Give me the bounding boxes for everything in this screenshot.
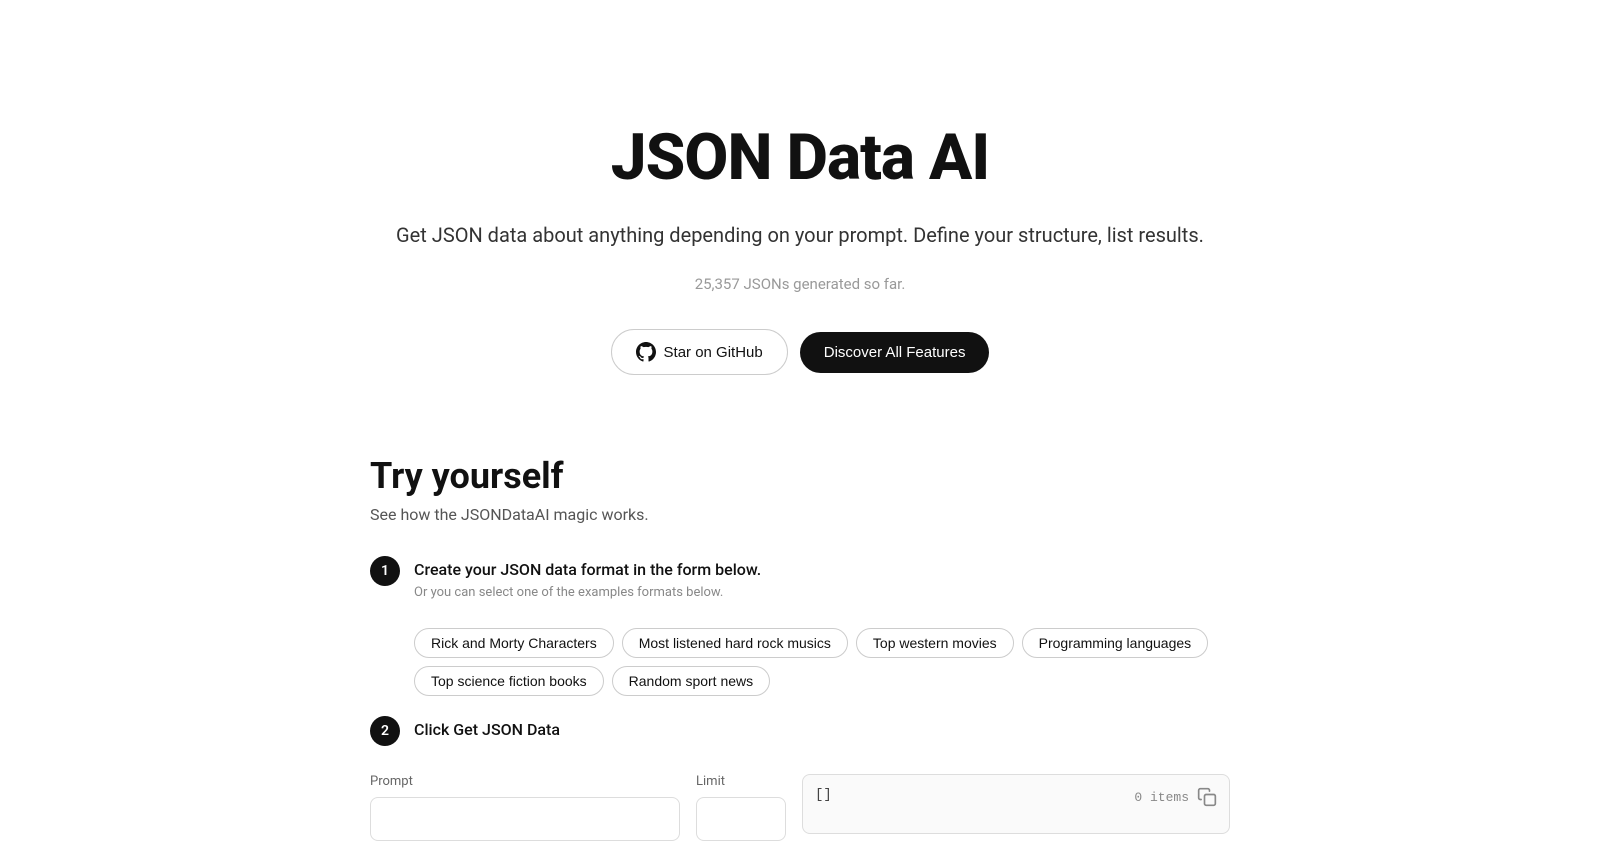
try-section: Try yourself See how the JSONDataAI magi… xyxy=(350,455,1250,758)
items-count: 0 items xyxy=(1134,790,1189,805)
step-1-hint: Or you can select one of the examples fo… xyxy=(414,585,761,600)
github-icon xyxy=(636,342,656,362)
json-output: [] 0 items xyxy=(802,774,1230,834)
hero-buttons: Star on GitHub Discover All Features xyxy=(611,329,990,375)
example-western-movies[interactable]: Top western movies xyxy=(856,628,1014,658)
step-1: 1 Create your JSON data format in the fo… xyxy=(370,556,1230,612)
limit-label: Limit xyxy=(696,774,786,789)
hero-section: JSON Data AI Get JSON data about anythin… xyxy=(350,120,1250,455)
bottom-section: Prompt Limit [] 0 items xyxy=(350,774,1250,841)
example-sport-news[interactable]: Random sport news xyxy=(612,666,771,696)
items-badge: 0 items xyxy=(1134,787,1217,807)
step-1-label: Create your JSON data format in the form… xyxy=(414,560,761,579)
bottom-row: Prompt Limit [] 0 items xyxy=(370,774,1230,841)
hero-title: JSON Data AI xyxy=(611,120,990,195)
discover-button[interactable]: Discover All Features xyxy=(800,332,990,373)
limit-group: Limit xyxy=(696,774,786,841)
example-hard-rock[interactable]: Most listened hard rock musics xyxy=(622,628,848,658)
try-title: Try yourself xyxy=(370,455,564,497)
prompt-input[interactable] xyxy=(370,797,680,841)
github-button-label: Star on GitHub xyxy=(664,344,763,361)
page-container: JSON Data AI Get JSON data about anythin… xyxy=(0,0,1600,841)
example-sci-fi-books[interactable]: Top science fiction books xyxy=(414,666,604,696)
json-content: [] xyxy=(815,787,832,803)
step-2-content: Click Get JSON Data xyxy=(414,716,560,739)
step-2-label: Click Get JSON Data xyxy=(414,720,560,739)
copy-icon[interactable] xyxy=(1197,787,1217,807)
github-button[interactable]: Star on GitHub xyxy=(611,329,788,375)
step-2-number: 2 xyxy=(370,716,400,746)
hero-stats: 25,357 JSONs generated so far. xyxy=(695,275,906,293)
step-1-content: Create your JSON data format in the form… xyxy=(414,556,761,612)
examples-row: Rick and Morty Characters Most listened … xyxy=(414,628,1230,696)
try-subtitle: See how the JSONDataAI magic works. xyxy=(370,505,649,524)
prompt-group: Prompt xyxy=(370,774,680,841)
step-1-number: 1 xyxy=(370,556,400,586)
discover-button-label: Discover All Features xyxy=(824,344,966,361)
limit-input[interactable] xyxy=(696,797,786,841)
step-2: 2 Click Get JSON Data xyxy=(370,716,1230,746)
prompt-label: Prompt xyxy=(370,774,680,789)
example-programming[interactable]: Programming languages xyxy=(1022,628,1209,658)
hero-subtitle: Get JSON data about anything depending o… xyxy=(396,219,1204,251)
example-rick-morty[interactable]: Rick and Morty Characters xyxy=(414,628,614,658)
